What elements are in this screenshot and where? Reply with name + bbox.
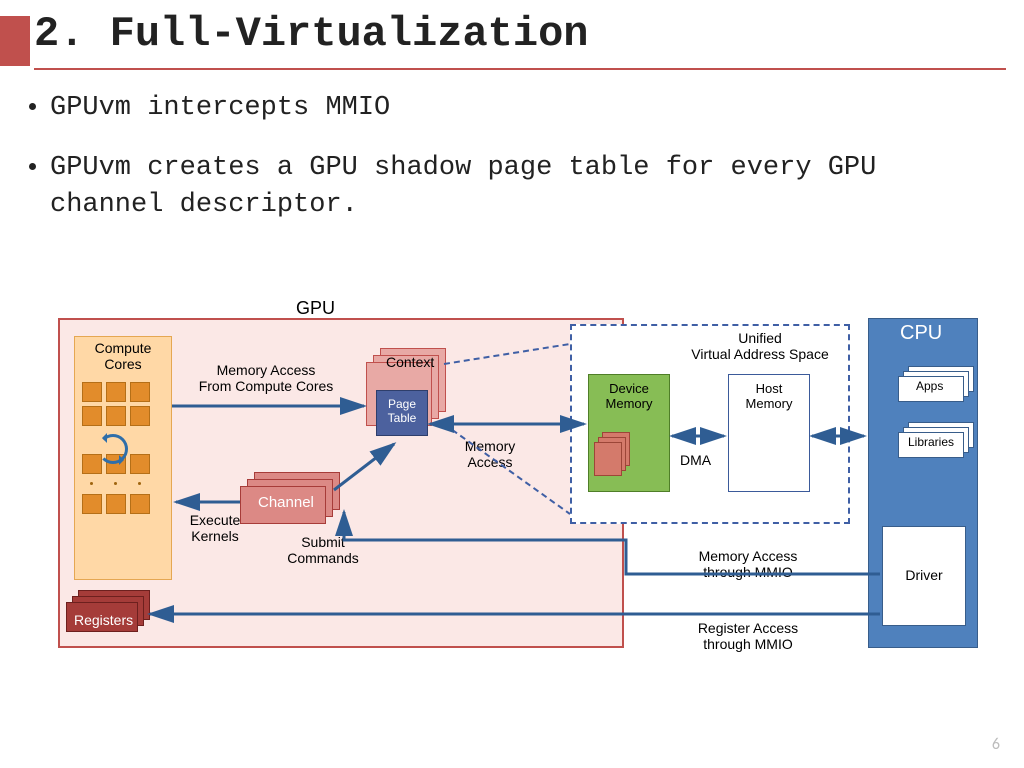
arrow-label-mem-mmio: Memory Access through MMIO <box>682 548 814 580</box>
arrow-label-reg-mmio: Register Access through MMIO <box>682 620 814 652</box>
registers-label: Registers <box>74 612 133 628</box>
bullet-item: GPUvm creates a GPU shadow page table fo… <box>50 150 994 223</box>
uas-title: Unified Virtual Address Space <box>670 330 850 362</box>
context-label: Context <box>386 354 434 370</box>
libraries-label: Libraries <box>908 436 954 450</box>
compute-cores-label: Compute Cores <box>76 340 170 372</box>
bullet-item: GPUvm intercepts MMIO <box>50 90 994 126</box>
apps-label: Apps <box>916 380 943 394</box>
page-number: 6 <box>992 735 1000 754</box>
arrow-label-dma: DMA <box>680 452 711 468</box>
host-memory-box: Host Memory <box>728 374 810 492</box>
driver-box: Driver <box>882 526 966 626</box>
gpu-label: GPU <box>296 298 335 319</box>
arrow-label-mem-cores: Memory Access From Compute Cores <box>182 362 350 394</box>
architecture-diagram: GPU Compute Cores Context Page Table Cha… <box>30 294 990 704</box>
refresh-icon <box>98 434 128 464</box>
arrow-label-submit: Submit Commands <box>278 534 368 566</box>
cpu-label: CPU <box>900 322 942 345</box>
channel-label: Channel <box>258 494 314 511</box>
title-accent-bar <box>0 16 30 66</box>
bullet-list: GPUvm intercepts MMIO GPUvm creates a GP… <box>50 90 994 247</box>
title-underline <box>34 68 1006 70</box>
arrow-label-mem-access: Memory Access <box>453 438 527 470</box>
page-table-box: Page Table <box>376 390 428 436</box>
arrow-label-exec: Execute Kernels <box>178 512 252 544</box>
slide-title: 2. Full-Virtualization <box>34 10 589 58</box>
